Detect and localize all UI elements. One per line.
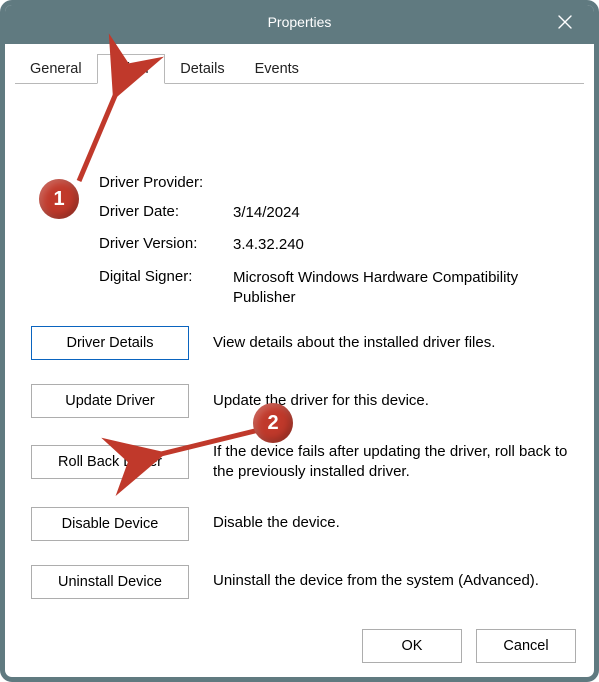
cancel-button[interactable]: Cancel	[476, 629, 576, 663]
tab-panel-driver: Driver Provider: Driver Date: 3/14/2024 …	[5, 84, 594, 599]
driver-provider-value	[233, 174, 574, 191]
driver-date-value: 3/14/2024	[233, 203, 574, 223]
driver-info: Driver Provider: Driver Date: 3/14/2024 …	[99, 174, 574, 308]
properties-dialog: Properties General Driver Details Events…	[0, 0, 599, 682]
driver-version-value: 3.4.32.240	[233, 235, 574, 255]
window-title: Properties	[0, 14, 599, 30]
digital-signer-value: Microsoft Windows Hardware Compatibility…	[233, 268, 574, 309]
roll-back-driver-button[interactable]: Roll Back Driver	[31, 445, 189, 479]
update-driver-button[interactable]: Update Driver	[31, 384, 189, 418]
driver-actions: Driver Details View details about the in…	[31, 326, 574, 599]
tab-driver[interactable]: Driver	[97, 54, 166, 84]
roll-back-driver-desc: If the device fails after updating the d…	[213, 442, 574, 483]
ok-button[interactable]: OK	[362, 629, 462, 663]
uninstall-device-desc: Uninstall the device from the system (Ad…	[213, 571, 574, 591]
uninstall-device-button[interactable]: Uninstall Device	[31, 565, 189, 599]
close-button[interactable]	[545, 0, 585, 44]
titlebar: Properties	[0, 0, 599, 44]
driver-provider-label: Driver Provider:	[99, 174, 233, 191]
driver-details-desc: View details about the installed driver …	[213, 333, 574, 353]
dialog-footer: OK Cancel	[362, 629, 576, 663]
disable-device-button[interactable]: Disable Device	[31, 507, 189, 541]
close-icon	[558, 15, 572, 29]
tab-events[interactable]: Events	[240, 54, 314, 83]
driver-version-label: Driver Version:	[99, 235, 233, 255]
tab-details[interactable]: Details	[165, 54, 239, 83]
driver-date-label: Driver Date:	[99, 203, 233, 223]
update-driver-desc: Update the driver for this device.	[213, 391, 574, 411]
driver-details-button[interactable]: Driver Details	[31, 326, 189, 360]
disable-device-desc: Disable the device.	[213, 513, 574, 533]
tab-strip: General Driver Details Events	[5, 44, 594, 83]
tab-general[interactable]: General	[15, 54, 97, 83]
digital-signer-label: Digital Signer:	[99, 268, 233, 309]
